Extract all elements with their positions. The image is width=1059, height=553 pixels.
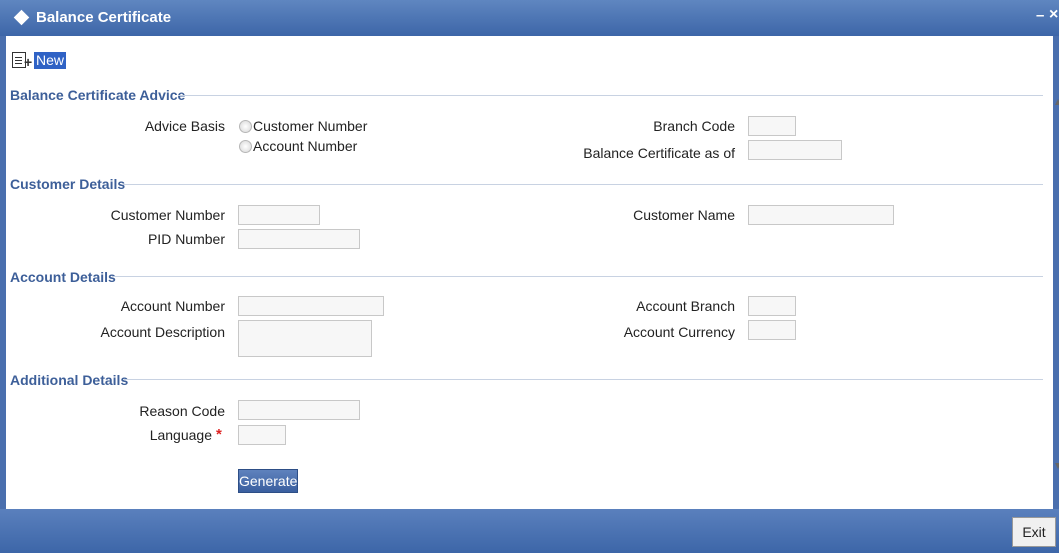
radio-customer-number[interactable] [239, 120, 252, 133]
account-description-label: Account Description [100, 324, 225, 340]
scroll-up-icon[interactable] [1055, 99, 1059, 105]
pid-number-label: PID Number [147, 231, 225, 247]
language-label: Language [149, 427, 212, 443]
customer-number-label: Customer Number [110, 207, 225, 223]
reason-code-label: Reason Code [139, 403, 225, 419]
section-title-customer: Customer Details [10, 176, 126, 192]
section-divider [122, 184, 1043, 185]
radio-account-number-label: Account Number [253, 138, 358, 154]
section-title-advice: Balance Certificate Advice [10, 87, 186, 103]
customer-number-input[interactable] [238, 205, 320, 225]
account-branch-input[interactable] [748, 296, 796, 316]
minimize-icon[interactable]: – [1036, 7, 1044, 24]
balance-as-of-input[interactable] [748, 140, 842, 160]
window-titlebar: Balance Certificate – × [0, 0, 1059, 36]
required-asterisk: * [216, 426, 222, 443]
account-description-input[interactable] [238, 320, 372, 357]
account-currency-label: Account Currency [623, 324, 735, 340]
section-divider [124, 379, 1043, 380]
branch-code-label: Branch Code [653, 118, 735, 134]
reason-code-input[interactable] [238, 400, 360, 420]
account-currency-input[interactable] [748, 320, 796, 340]
scroll-down-icon[interactable] [1055, 463, 1059, 469]
section-divider [112, 276, 1043, 277]
account-number-input[interactable] [238, 296, 384, 316]
branch-code-input[interactable] [748, 116, 796, 136]
pid-number-input[interactable] [238, 229, 360, 249]
language-input[interactable] [238, 425, 286, 445]
section-title-account: Account Details [10, 269, 116, 285]
customer-name-input[interactable] [748, 205, 894, 225]
account-number-label: Account Number [120, 298, 225, 314]
new-button-label: New [34, 52, 67, 69]
footer-bar [0, 509, 1059, 553]
customer-name-label: Customer Name [633, 207, 735, 223]
balance-as-of-label: Balance Certificate as of [583, 145, 735, 161]
close-icon[interactable]: × [1049, 6, 1058, 24]
window-title: Balance Certificate [36, 9, 172, 26]
account-branch-label: Account Branch [636, 298, 735, 314]
exit-button[interactable]: Exit [1012, 517, 1056, 547]
frame-left-border [0, 36, 6, 536]
frame-right-border [1053, 36, 1059, 536]
section-divider [178, 95, 1043, 96]
app-diamond-icon [13, 9, 30, 26]
plus-icon: + [24, 54, 33, 70]
radio-account-number[interactable] [239, 140, 252, 153]
section-title-additional: Additional Details [10, 372, 129, 388]
radio-customer-number-label: Customer Number [253, 118, 368, 134]
generate-button[interactable]: Generate [238, 469, 298, 493]
advice-basis-label: Advice Basis [144, 118, 225, 134]
